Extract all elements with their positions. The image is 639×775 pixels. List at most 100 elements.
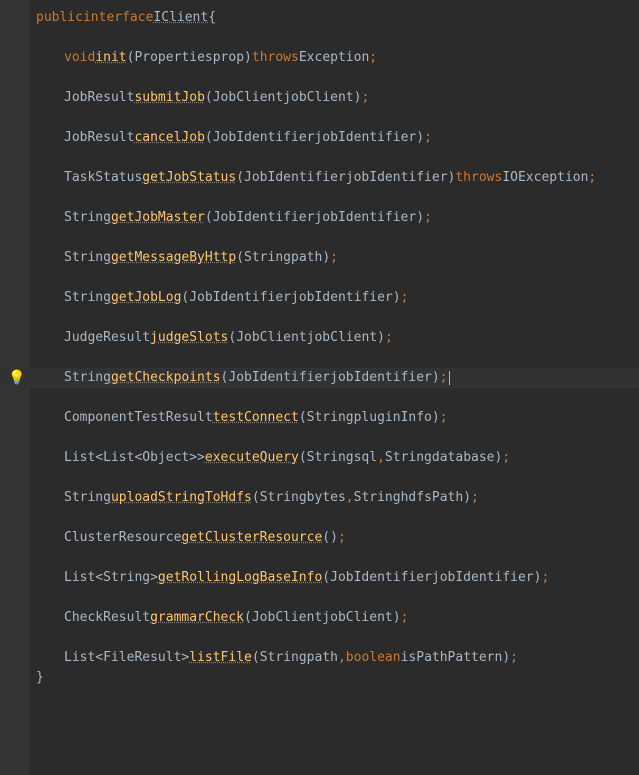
method-name: getJobLog bbox=[111, 288, 181, 308]
caret bbox=[449, 371, 450, 385]
code-body[interactable]: public interface IClient { void init(Prop… bbox=[0, 8, 639, 688]
return-type: String bbox=[64, 248, 111, 268]
lparen: ( bbox=[322, 528, 330, 548]
semicolon: ; bbox=[440, 408, 448, 428]
param-name: path bbox=[307, 648, 338, 668]
code-line[interactable]: ComponentTestResult testConnect(String p… bbox=[0, 408, 639, 428]
blank-line[interactable] bbox=[0, 468, 639, 488]
blank-line[interactable] bbox=[0, 388, 639, 408]
blank-line[interactable] bbox=[0, 348, 639, 368]
param-type: String bbox=[260, 648, 307, 668]
param-type: JobIdentifier bbox=[189, 288, 291, 308]
code-line[interactable]: List<FileResult> listFile(String path,bo… bbox=[0, 648, 639, 668]
code-line[interactable]: List<String> getRollingLogBaseInfo(JobId… bbox=[0, 568, 639, 588]
method-name: executeQuery bbox=[205, 448, 299, 468]
code-line[interactable]: 💡String getCheckpoints(JobIdentifier job… bbox=[0, 368, 639, 388]
semicolon: ; bbox=[401, 608, 409, 628]
param-type: String bbox=[385, 448, 432, 468]
method-name: getJobStatus bbox=[142, 168, 236, 188]
lparen: ( bbox=[181, 288, 189, 308]
return-type: JudgeResult bbox=[64, 328, 150, 348]
code-line[interactable]: ClusterResource getClusterResource(); bbox=[0, 528, 639, 548]
code-line[interactable]: String getMessageByHttp(String path); bbox=[0, 248, 639, 268]
code-line[interactable]: String getJobLog(JobIdentifier jobIdenti… bbox=[0, 288, 639, 308]
semicolon: ; bbox=[510, 648, 518, 668]
param-name: sql bbox=[354, 448, 377, 468]
blank-line[interactable] bbox=[0, 148, 639, 168]
param-type: JobIdentifier bbox=[330, 568, 432, 588]
param-name: jobIdentifier bbox=[291, 288, 393, 308]
semicolon: ; bbox=[369, 48, 377, 68]
comma: , bbox=[346, 488, 354, 508]
code-line[interactable]: String uploadStringToHdfs(String bytes, … bbox=[0, 488, 639, 508]
param-name: isPathPattern bbox=[401, 648, 503, 668]
param-name: pluginInfo bbox=[354, 408, 432, 428]
blank-line[interactable] bbox=[0, 508, 639, 528]
param-type: JobIdentifier bbox=[213, 208, 315, 228]
blank-line[interactable] bbox=[0, 188, 639, 208]
keyword-throws: throws bbox=[252, 48, 299, 68]
param-type: String bbox=[260, 488, 307, 508]
lparen: ( bbox=[205, 208, 213, 228]
semicolon: ; bbox=[385, 328, 393, 348]
method-name: testConnect bbox=[213, 408, 299, 428]
code-line[interactable]: String getJobMaster(JobIdentifier jobIde… bbox=[0, 208, 639, 228]
blank-line[interactable] bbox=[0, 548, 639, 568]
blank-line[interactable] bbox=[0, 588, 639, 608]
method-name: getMessageByHttp bbox=[111, 248, 236, 268]
semicolon: ; bbox=[502, 448, 510, 468]
param-name: jobClient bbox=[322, 608, 392, 628]
code-line[interactable]: JudgeResult judgeSlots(JobClient jobClie… bbox=[0, 328, 639, 348]
code-line[interactable]: JobResult submitJob(JobClient jobClient)… bbox=[0, 88, 639, 108]
blank-line[interactable] bbox=[0, 428, 639, 448]
method-name: init bbox=[95, 48, 126, 68]
lparen: ( bbox=[244, 608, 252, 628]
param-name: path bbox=[291, 248, 322, 268]
type-name: IClient bbox=[153, 8, 208, 28]
code-line[interactable]: JobResult cancelJob(JobIdentifier jobIde… bbox=[0, 128, 639, 148]
blank-line[interactable] bbox=[0, 108, 639, 128]
param-name: jobClient bbox=[307, 328, 377, 348]
lparen: ( bbox=[236, 248, 244, 268]
blank-line[interactable] bbox=[0, 268, 639, 288]
return-type: CheckResult bbox=[64, 608, 150, 628]
param-name: jobIdentifier bbox=[346, 168, 448, 188]
blank-line[interactable] bbox=[0, 68, 639, 88]
method-name: submitJob bbox=[134, 88, 204, 108]
lparen: ( bbox=[205, 88, 213, 108]
rparen: ) bbox=[448, 168, 456, 188]
intention-bulb-icon[interactable]: 💡 bbox=[10, 371, 24, 385]
blank-line[interactable] bbox=[0, 28, 639, 48]
param-type: String bbox=[354, 488, 401, 508]
blank-line[interactable] bbox=[0, 228, 639, 248]
comma: , bbox=[377, 448, 385, 468]
param-type: Properties bbox=[134, 48, 212, 68]
blank-line[interactable] bbox=[0, 308, 639, 328]
method-name: judgeSlots bbox=[150, 328, 228, 348]
code-line[interactable]: } bbox=[0, 668, 639, 688]
exception-type: IOException bbox=[502, 168, 588, 188]
param-type: JobIdentifier bbox=[228, 368, 330, 388]
code-editor[interactable]: public interface IClient { void init(Prop… bbox=[0, 0, 639, 775]
open-brace: { bbox=[208, 8, 216, 28]
blank-line[interactable] bbox=[0, 628, 639, 648]
param-type: String bbox=[244, 248, 291, 268]
return-type: String bbox=[64, 368, 111, 388]
return-type: List<List<Object>> bbox=[64, 448, 205, 468]
method-name: getCheckpoints bbox=[111, 368, 221, 388]
lparen: ( bbox=[228, 328, 236, 348]
code-line[interactable]: TaskStatus getJobStatus(JobIdentifier jo… bbox=[0, 168, 639, 188]
param-type: String bbox=[307, 448, 354, 468]
param-name: jobIdentifier bbox=[314, 208, 416, 228]
code-line[interactable]: CheckResult grammarCheck(JobClient jobCl… bbox=[0, 608, 639, 628]
code-line[interactable]: void init(Properties prop) throws Except… bbox=[0, 48, 639, 68]
code-line[interactable]: List<List<Object>> executeQuery(String s… bbox=[0, 448, 639, 468]
param-type: JobClient bbox=[236, 328, 306, 348]
semicolon: ; bbox=[588, 168, 596, 188]
code-line[interactable]: public interface IClient { bbox=[0, 8, 639, 28]
lparen: ( bbox=[236, 168, 244, 188]
return-type: TaskStatus bbox=[64, 168, 142, 188]
param-name: prop bbox=[213, 48, 244, 68]
rparen: ) bbox=[322, 248, 330, 268]
lparen: ( bbox=[322, 568, 330, 588]
